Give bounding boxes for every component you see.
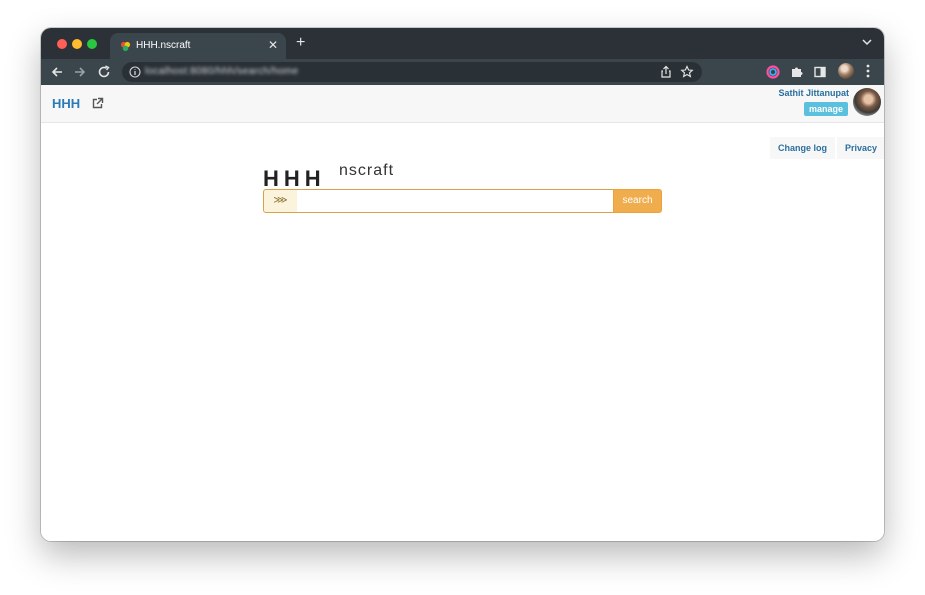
menu-icon[interactable] (865, 63, 871, 79)
back-icon[interactable] (49, 64, 65, 80)
maximize-window-button[interactable] (87, 39, 97, 49)
browser-tab[interactable]: HHH.nscraft ✕ (110, 33, 286, 59)
profile-avatar[interactable] (838, 63, 854, 79)
search-bar: ⋙ search (263, 189, 662, 213)
search-prefix-icon[interactable]: ⋙ (263, 189, 298, 213)
user-avatar[interactable] (853, 88, 881, 116)
share-icon[interactable] (659, 65, 673, 79)
logo-sub-text: nscraft (339, 162, 395, 179)
reload-icon[interactable] (96, 64, 112, 80)
privacy-link[interactable]: Privacy (837, 137, 884, 159)
tab-close-icon[interactable]: ✕ (268, 38, 278, 52)
sidebar-icon[interactable] (813, 65, 827, 79)
favicon-icon (120, 41, 131, 52)
browser-titlebar: HHH.nscraft ✕ + (41, 28, 884, 59)
star-icon[interactable] (680, 65, 694, 79)
forward-icon[interactable] (72, 64, 88, 80)
address-bar[interactable]: localhost:8080/hhh/search/home (122, 62, 702, 82)
tab-search-chevron-icon[interactable] (862, 37, 872, 47)
changelog-link[interactable]: Change log (770, 137, 835, 159)
info-icon[interactable] (129, 66, 141, 78)
external-link-icon[interactable] (91, 97, 104, 110)
brand-link[interactable]: HHH (52, 96, 80, 111)
address-url[interactable]: localhost:8080/hhh/search/home (145, 66, 299, 77)
color-extension-icon[interactable] (766, 65, 780, 79)
tab-title: HHH.nscraft (136, 40, 191, 51)
browser-window: HHH.nscraft ✕ + localhost:8080/hhh/searc… (41, 28, 884, 541)
close-window-button[interactable] (57, 39, 67, 49)
user-name[interactable]: Sathit Jittanupat (778, 88, 849, 98)
page-content: HHH Sathit Jittanupat manage Change log … (41, 85, 884, 541)
search-input[interactable] (297, 189, 614, 213)
manage-button[interactable]: manage (803, 102, 848, 116)
puzzle-icon[interactable] (790, 65, 804, 79)
new-tab-icon[interactable]: + (296, 34, 305, 52)
app-header: HHH Sathit Jittanupat manage (41, 85, 884, 123)
minimize-window-button[interactable] (72, 39, 82, 49)
browser-toolbar: localhost:8080/hhh/search/home (41, 59, 884, 85)
search-button[interactable]: search (613, 189, 662, 213)
